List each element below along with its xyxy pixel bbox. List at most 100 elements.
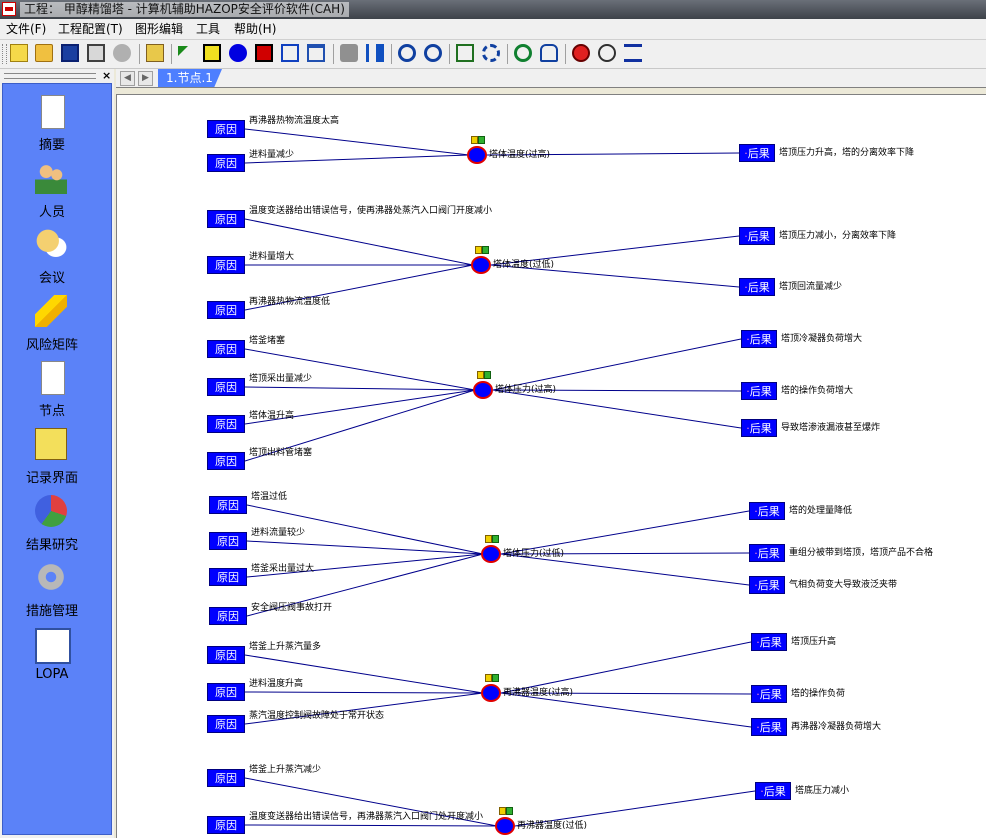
deviation-node[interactable] (473, 381, 493, 399)
cause-box[interactable]: 原因 (209, 607, 247, 625)
nav-item-2[interactable]: 会议 (3, 223, 111, 289)
nav-item-1[interactable]: 人员 (3, 157, 111, 223)
nav-item-label: 记录界面 (25, 471, 78, 486)
speech-icon[interactable] (598, 44, 616, 62)
cause-text: 蒸汽温度控制阀故障处于常开状态 (249, 711, 385, 721)
pie-chart-icon (35, 494, 67, 527)
menu-project-config[interactable]: 工程配置(T) (58, 22, 123, 36)
effect-box[interactable]: ·后果 (751, 718, 787, 736)
cause-box[interactable]: 原因 (209, 568, 247, 586)
effect-box[interactable]: ·后果 (749, 502, 785, 520)
cause-box[interactable]: 原因 (207, 415, 245, 433)
deviation-flag-icon (499, 807, 513, 815)
tab-scroll-right-icon[interactable]: ▶ (138, 71, 153, 86)
cause-box[interactable]: 原因 (207, 301, 245, 319)
effect-box[interactable]: ·后果 (749, 544, 785, 562)
effect-box[interactable]: ·后果 (741, 419, 777, 437)
pointer-icon[interactable] (178, 46, 188, 56)
save-icon[interactable] (61, 44, 79, 62)
cause-box[interactable]: 原因 (207, 120, 245, 138)
fit-icon[interactable] (456, 44, 474, 62)
sync-icon[interactable] (514, 44, 532, 62)
nav-item-4[interactable]: 节点 (3, 356, 111, 422)
effect-text: 塔的处理量降低 (789, 506, 853, 516)
menu-graph-edit[interactable]: 图形编辑 (135, 22, 183, 36)
menu-tools[interactable]: 工具 (196, 22, 220, 36)
cause-box[interactable]: 原因 (209, 496, 247, 514)
left-panel-header: × (0, 69, 114, 83)
alert-icon[interactable] (572, 44, 590, 62)
link-icon[interactable] (281, 44, 299, 62)
deviation-node[interactable] (471, 256, 491, 274)
close-icon[interactable]: × (102, 69, 111, 82)
zoom-out-icon[interactable] (424, 44, 442, 62)
effect-dot: · (754, 505, 758, 518)
effect-box[interactable]: ·后果 (739, 227, 775, 245)
cause-box[interactable]: 原因 (207, 452, 245, 470)
cause-text: 进料流量较少 (251, 528, 306, 538)
first-icon[interactable] (366, 44, 384, 62)
effect-box[interactable]: ·后果 (751, 685, 787, 703)
effect-box[interactable]: ·后果 (741, 382, 777, 400)
effect-text: 塔顶冷凝器负荷增大 (781, 334, 863, 344)
delete-icon[interactable] (307, 44, 325, 62)
nav-item-label: 风险矩阵 (25, 337, 78, 353)
effect-box[interactable]: ·后果 (751, 633, 787, 651)
deviation-tool-icon[interactable] (229, 44, 247, 62)
cause-box[interactable]: 原因 (207, 769, 245, 787)
new-icon[interactable] (10, 44, 28, 62)
gear-icon (35, 561, 67, 594)
deviation-flag-icon (471, 136, 485, 144)
nav-item-0[interactable]: 摘要 (3, 90, 111, 156)
open-icon[interactable] (35, 44, 53, 62)
menu-file[interactable]: 文件(F) (6, 22, 46, 36)
print-icon[interactable] (87, 44, 105, 62)
cause-box[interactable]: 原因 (207, 378, 245, 396)
menu-help[interactable]: 帮助(H) (234, 22, 276, 36)
tab-node-1[interactable]: 1.节点.1 (158, 69, 222, 87)
nav-item-label: 节点 (38, 404, 65, 420)
deviation-label: 再沸器温度(过高) (503, 688, 574, 698)
cause-box[interactable]: 原因 (207, 816, 245, 834)
nav-item-6[interactable]: 结果研究 (3, 490, 111, 556)
cause-tool-icon[interactable] (203, 44, 221, 62)
toolbar-grip[interactable] (2, 44, 7, 64)
nav-item-3[interactable]: 风险矩阵 (3, 290, 111, 356)
folder-icon[interactable] (146, 44, 164, 62)
cause-box[interactable]: 原因 (207, 154, 245, 172)
deviation-label: 塔体压力(过低) (503, 549, 565, 559)
effect-box[interactable]: ·后果 (739, 278, 775, 296)
deviation-flag-icon (477, 371, 491, 379)
deviation-node[interactable] (467, 146, 487, 164)
cause-box[interactable]: 原因 (207, 683, 245, 701)
hazop-diagram-canvas[interactable]: 原因 再沸器热物流温度太高 原因 进料量减少 ·后果 塔顶压力升高，塔的分离效率下降 塔体温… (116, 94, 986, 838)
cause-box[interactable]: 原因 (209, 532, 247, 550)
zoom-in-icon[interactable] (398, 44, 416, 62)
nav-item-8[interactable]: LOPA (3, 623, 111, 689)
effect-box[interactable]: ·后果 (739, 144, 775, 162)
deviation-node[interactable] (495, 817, 515, 835)
cause-text: 进料量增大 (249, 252, 295, 262)
tab-scroll-left-icon[interactable]: ◀ (120, 71, 135, 86)
cause-box[interactable]: 原因 (207, 715, 245, 733)
nav-item-5[interactable]: 记录界面 (3, 423, 111, 489)
list-icon[interactable] (624, 44, 642, 62)
refresh-icon[interactable] (482, 44, 500, 62)
effect-tool-icon[interactable] (255, 44, 273, 62)
effect-text: 气相负荷变大导致液泛夹带 (789, 580, 898, 590)
cause-box[interactable]: 原因 (207, 340, 245, 358)
pie-icon[interactable] (113, 44, 131, 62)
cause-box[interactable]: 原因 (207, 210, 245, 228)
hand-icon[interactable] (540, 44, 558, 62)
deviation-node[interactable] (481, 545, 501, 563)
effect-box[interactable]: ·后果 (755, 782, 791, 800)
nav-item-7[interactable]: 措施管理 (3, 556, 111, 622)
puzzle-icon[interactable] (340, 44, 358, 62)
effect-box[interactable]: ·后果 (749, 576, 785, 594)
cause-box[interactable]: 原因 (207, 256, 245, 274)
deviation-node[interactable] (481, 684, 501, 702)
effect-box[interactable]: ·后果 (741, 330, 777, 348)
deviation-label: 塔体温度(过低) (493, 260, 555, 270)
cause-box[interactable]: 原因 (207, 646, 245, 664)
nav-item-label: 会议 (38, 271, 65, 287)
